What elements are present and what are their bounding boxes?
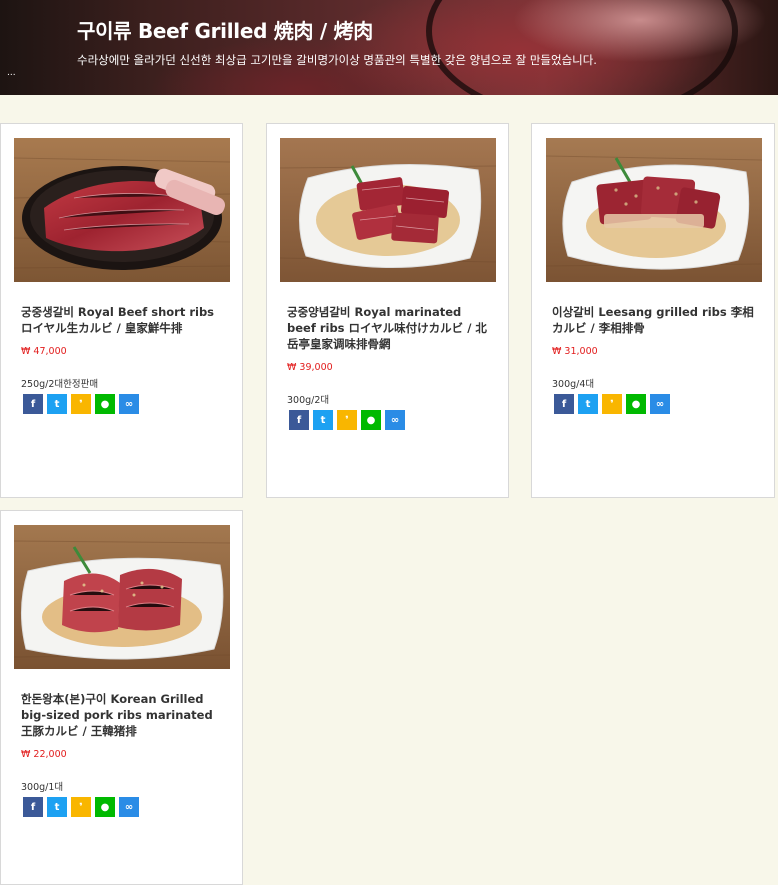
banner-ellipsis: ... bbox=[7, 68, 16, 78]
link-icon[interactable]: ∞ bbox=[119, 394, 139, 414]
product-card[interactable]: 궁중양념갈비 Royal marinated beef ribs ロイヤル味付け… bbox=[266, 123, 509, 498]
kakaostory-icon[interactable]: ❜ bbox=[602, 394, 622, 414]
product-price: ₩ 39,000 bbox=[287, 362, 333, 373]
twitter-icon[interactable]: t bbox=[578, 394, 598, 414]
page-title: 구이류 Beef Grilled 焼肉 / 烤肉 bbox=[77, 19, 373, 43]
product-card[interactable]: 궁중생갈비 Royal Beef short ribs ロイヤル生カルビ / 皇… bbox=[0, 123, 243, 498]
kakaostory-icon[interactable]: ❜ bbox=[337, 410, 357, 430]
line-icon[interactable]: ● bbox=[95, 797, 115, 817]
header-banner: 구이류 Beef Grilled 焼肉 / 烤肉 수라상에만 올라가던 신선한 … bbox=[0, 0, 778, 95]
product-portion: 300g/2대 bbox=[287, 395, 330, 406]
share-buttons: f t ❜ ● ∞ bbox=[23, 797, 226, 817]
product-photo[interactable] bbox=[14, 138, 230, 282]
twitter-icon[interactable]: t bbox=[313, 410, 333, 430]
line-icon[interactable]: ● bbox=[626, 394, 646, 414]
product-photo[interactable] bbox=[546, 138, 762, 282]
link-icon[interactable]: ∞ bbox=[650, 394, 670, 414]
twitter-icon[interactable]: t bbox=[47, 797, 67, 817]
line-icon[interactable]: ● bbox=[361, 410, 381, 430]
product-photo[interactable] bbox=[280, 138, 496, 282]
product-name[interactable]: 이상갈비 Leesang grilled ribs 李相カルビ / 李相排骨 bbox=[552, 304, 757, 336]
facebook-icon[interactable]: f bbox=[23, 797, 43, 817]
facebook-icon[interactable]: f bbox=[289, 410, 309, 430]
kakaostory-icon[interactable]: ❜ bbox=[71, 394, 91, 414]
link-icon[interactable]: ∞ bbox=[385, 410, 405, 430]
twitter-icon[interactable]: t bbox=[47, 394, 67, 414]
product-name[interactable]: 궁중양념갈비 Royal marinated beef ribs ロイヤル味付け… bbox=[287, 304, 492, 352]
product-price: ₩ 22,000 bbox=[21, 749, 67, 760]
product-portion: 250g/2대한정판매 bbox=[21, 379, 99, 390]
kakaostory-icon[interactable]: ❜ bbox=[71, 797, 91, 817]
share-buttons: f t ❜ ● ∞ bbox=[289, 410, 492, 430]
facebook-icon[interactable]: f bbox=[554, 394, 574, 414]
facebook-icon[interactable]: f bbox=[23, 394, 43, 414]
banner-plate-decoration bbox=[426, 0, 738, 95]
product-portion: 300g/1대 bbox=[21, 782, 64, 793]
product-photo[interactable] bbox=[14, 525, 230, 669]
line-icon[interactable]: ● bbox=[95, 394, 115, 414]
product-card[interactable]: 한돈왕本(본)구이 Korean Grilled big-sized pork … bbox=[0, 510, 243, 885]
product-portion: 300g/4대 bbox=[552, 379, 595, 390]
product-price: ₩ 31,000 bbox=[552, 346, 598, 357]
page-subtitle: 수라상에만 올라가던 신선한 최상급 고기만을 갈비명가이상 명품관의 특별한 … bbox=[77, 53, 597, 67]
share-buttons: f t ❜ ● ∞ bbox=[554, 394, 757, 414]
product-name[interactable]: 한돈왕本(본)구이 Korean Grilled big-sized pork … bbox=[21, 691, 226, 739]
product-price: ₩ 47,000 bbox=[21, 346, 67, 357]
link-icon[interactable]: ∞ bbox=[119, 797, 139, 817]
product-name[interactable]: 궁중생갈비 Royal Beef short ribs ロイヤル生カルビ / 皇… bbox=[21, 304, 226, 336]
product-card[interactable]: 이상갈비 Leesang grilled ribs 李相カルビ / 李相排骨 ₩… bbox=[531, 123, 775, 498]
share-buttons: f t ❜ ● ∞ bbox=[23, 394, 226, 414]
